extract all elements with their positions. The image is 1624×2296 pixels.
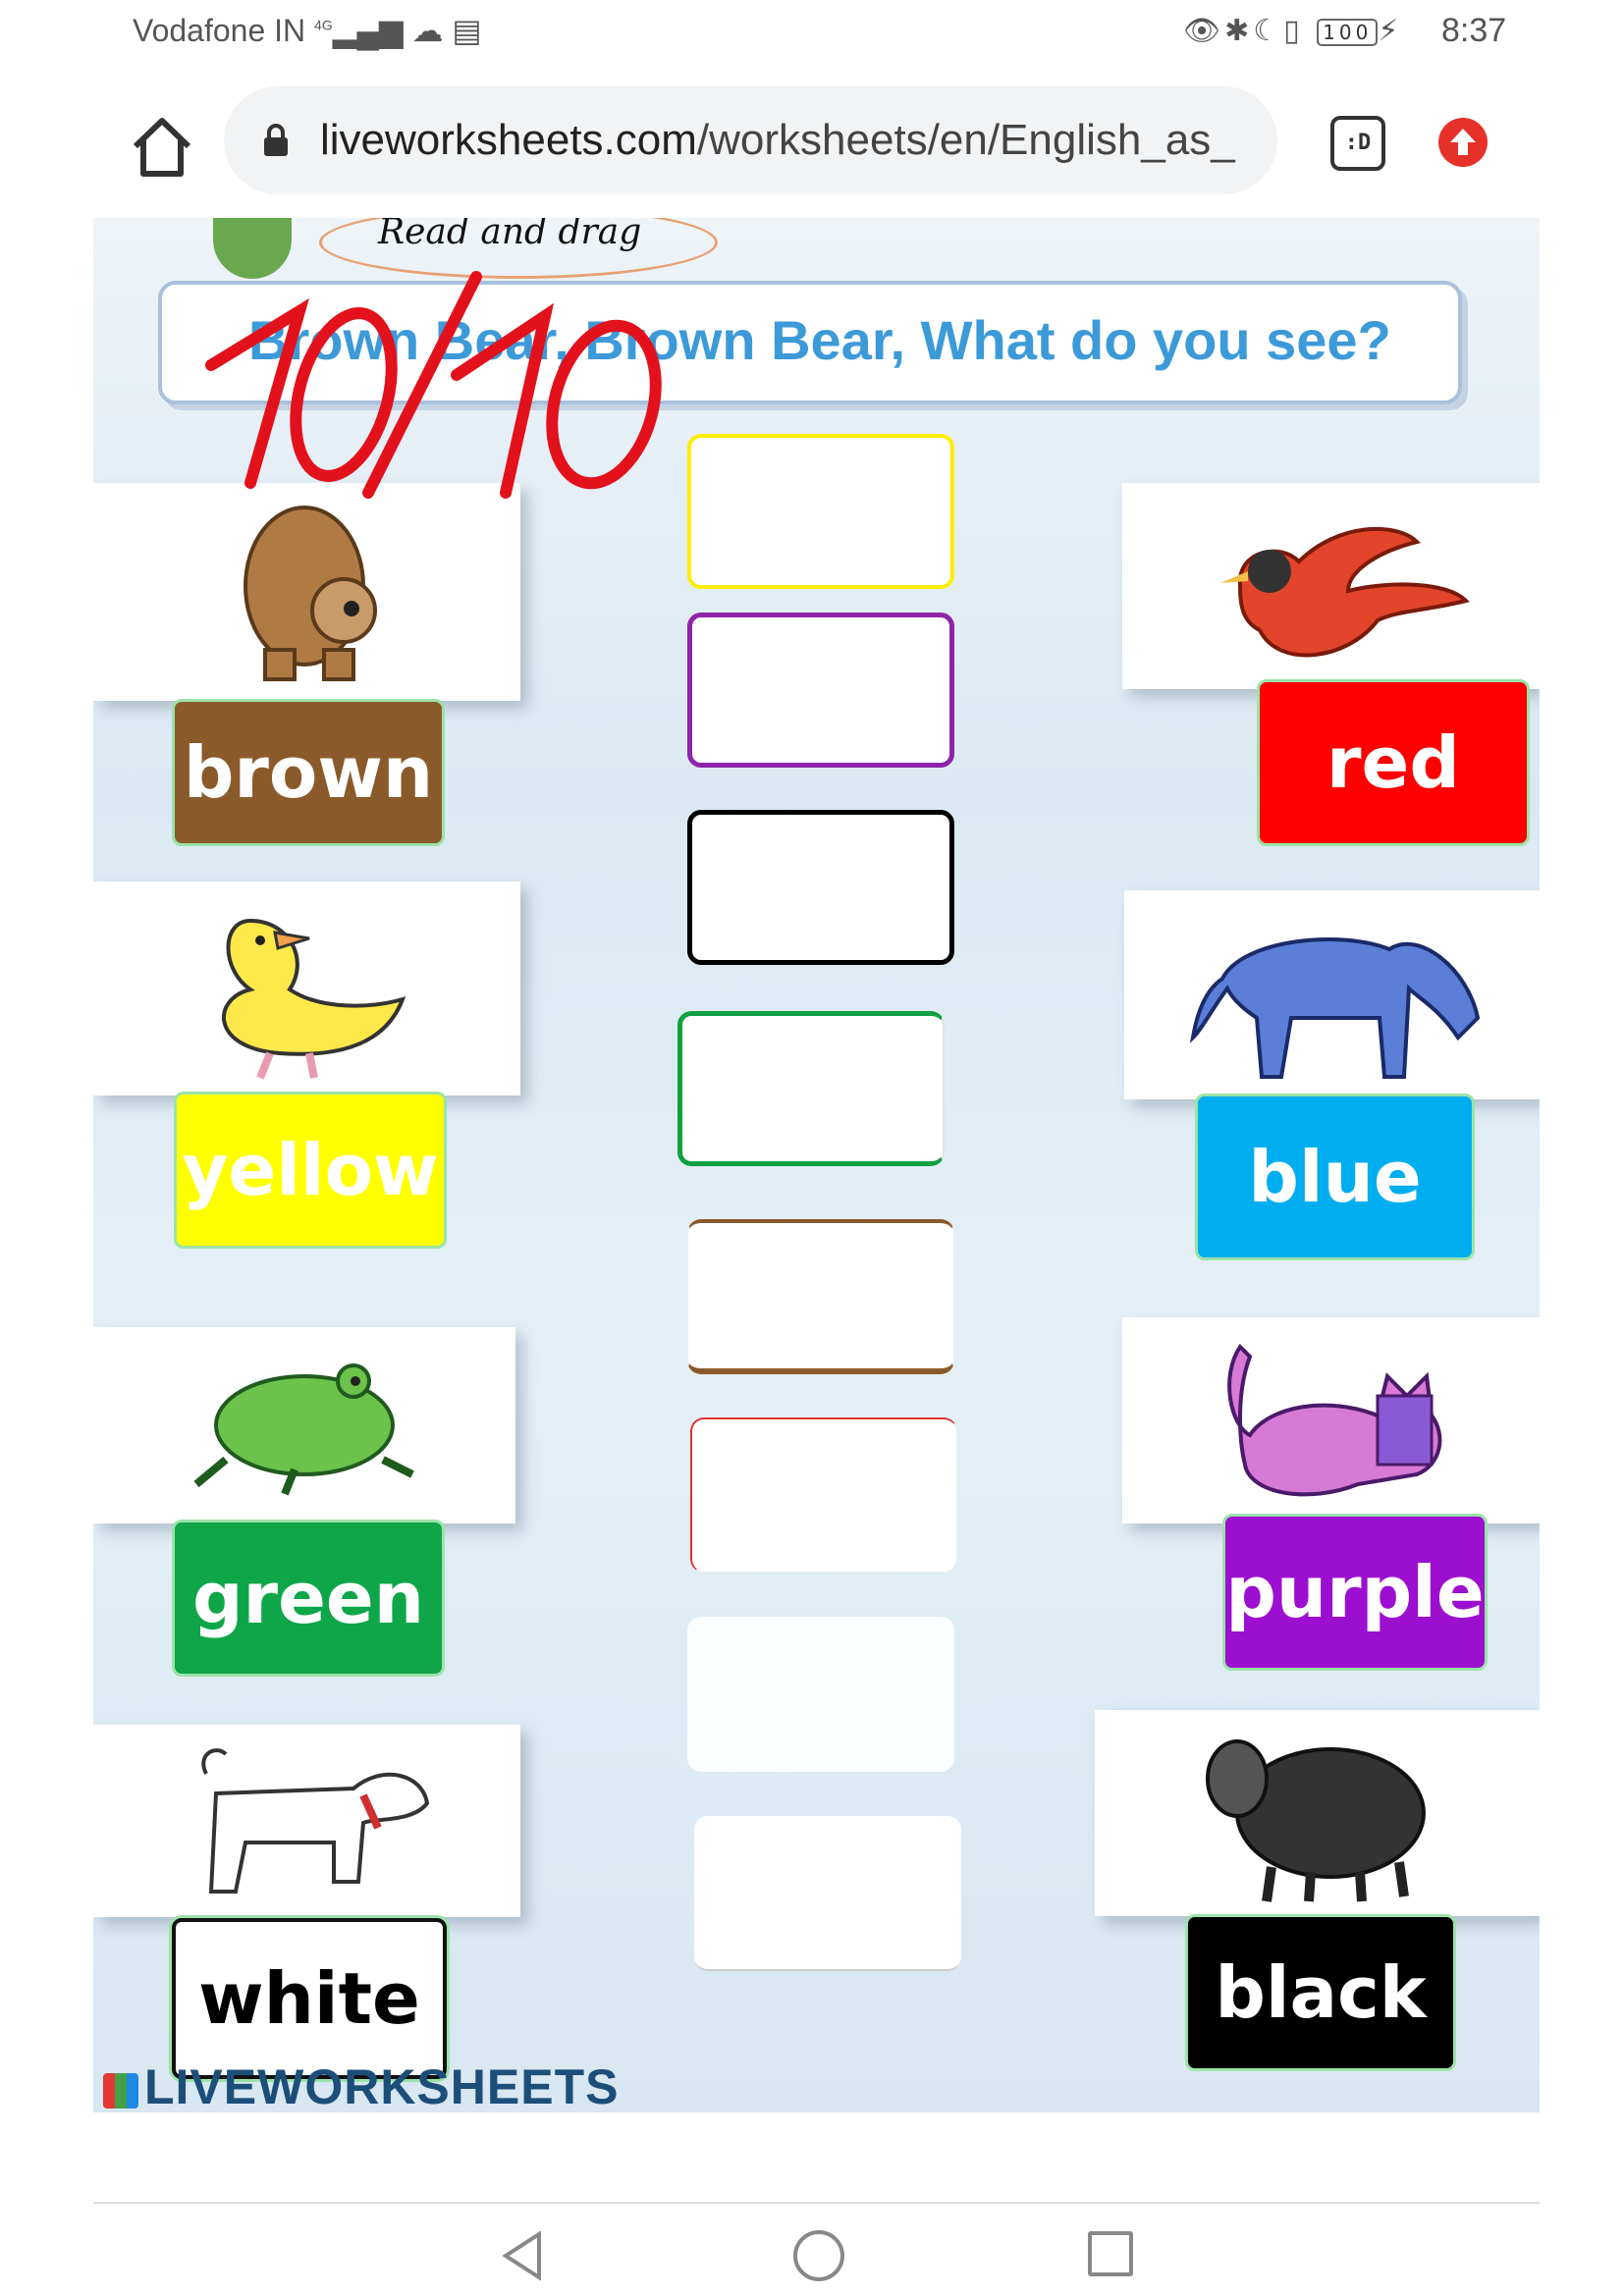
home-circle-icon[interactable]: [793, 2230, 844, 2281]
carrier-name: Vodafone IN 4G▂▄▆ ☁ ▤: [133, 13, 482, 48]
frog-icon: [193, 1363, 414, 1496]
tabs-button[interactable]: :D: [1330, 116, 1385, 171]
signal-icon: ▂▄▆: [332, 13, 404, 48]
word-tile-yellow[interactable]: yellow: [174, 1092, 447, 1249]
word-tile-red[interactable]: red: [1257, 679, 1530, 846]
vibrate-icon: ▯: [1283, 14, 1304, 48]
system-icons: 👁✱☾▯ 100 ⚡: [1183, 14, 1402, 48]
drop-box-8[interactable]: [694, 1816, 961, 1971]
word-label: yellow: [182, 1129, 439, 1211]
cat-icon: [1227, 1343, 1442, 1497]
sheep-icon: [1206, 1739, 1426, 1902]
animal-card-frog: [93, 1327, 515, 1523]
drop-box-5[interactable]: [687, 1219, 954, 1374]
lock-icon: [264, 124, 288, 156]
animal-card-bird: [1122, 483, 1540, 689]
animal-card-sheep: [1095, 1710, 1540, 1916]
animal-card-horse: [1124, 890, 1540, 1099]
drop-box-3[interactable]: [687, 810, 954, 965]
notification-icon: ▤: [452, 13, 482, 48]
drop-box-7[interactable]: [687, 1617, 954, 1772]
logo-text: LIVEWORKSHEETS: [144, 2059, 620, 2112]
eye-icon: 👁: [1183, 14, 1225, 48]
drop-box-6[interactable]: [690, 1417, 957, 1573]
dog-icon: [201, 1748, 430, 1894]
network-type: 4G: [314, 17, 333, 33]
url-text: liveworksheets.com/worksheets/en/English…: [320, 116, 1235, 164]
word-label: red: [1326, 721, 1460, 804]
horse-icon: [1189, 937, 1481, 1079]
liveworksheets-logo: LIVEWORKSHEETS: [103, 2058, 619, 2112]
worksheet: Read and drag Brown Bear, Brown Bear, Wh…: [93, 218, 1540, 2112]
drop-box-2[interactable]: [687, 613, 954, 768]
word-label: black: [1215, 1951, 1427, 2034]
status-bar: Vodafone IN 4G▂▄▆ ☁ ▤ 👁✱☾▯ 100 ⚡ 8:37: [0, 0, 1624, 69]
word-label: brown: [183, 731, 434, 814]
charging-icon: ⚡: [1378, 14, 1403, 48]
recents-icon[interactable]: [1088, 2231, 1133, 2276]
word-tile-brown[interactable]: brown: [172, 699, 445, 846]
bird-icon: [1220, 526, 1470, 658]
animal-card-duck: [93, 881, 520, 1095]
word-label: white: [198, 1957, 420, 2040]
back-icon[interactable]: [496, 2226, 555, 2285]
instruction-text: Read and drag: [378, 218, 642, 252]
word-tile-green[interactable]: green: [172, 1520, 445, 1677]
word-tile-purple[interactable]: purple: [1222, 1514, 1488, 1671]
word-tile-blue[interactable]: blue: [1195, 1094, 1475, 1260]
update-icon[interactable]: [1438, 118, 1488, 167]
score-mark: [205, 271, 662, 499]
word-tile-black[interactable]: black: [1185, 1914, 1456, 2071]
clock: 8:37: [1441, 12, 1507, 49]
drop-box-4[interactable]: [677, 1011, 945, 1166]
logo-mark-icon: [103, 2072, 138, 2109]
word-label: green: [192, 1557, 424, 1639]
word-tile-white[interactable]: white: [172, 1918, 447, 2079]
address-bar[interactable]: liveworksheets.com/worksheets/en/English…: [224, 86, 1277, 194]
duck-icon: [222, 918, 406, 1080]
home-icon[interactable]: [128, 113, 196, 182]
bluetooth-icon: ✱: [1224, 14, 1254, 48]
animal-card-cat: [1122, 1317, 1540, 1523]
cloud-icon: ☁: [411, 13, 444, 48]
nav-divider: [93, 2202, 1540, 2204]
battery-icon: 100: [1317, 18, 1379, 46]
moon-icon: ☾: [1253, 14, 1284, 48]
animal-card-dog: [93, 1725, 520, 1917]
word-label: purple: [1225, 1551, 1485, 1633]
word-label: blue: [1248, 1136, 1422, 1218]
